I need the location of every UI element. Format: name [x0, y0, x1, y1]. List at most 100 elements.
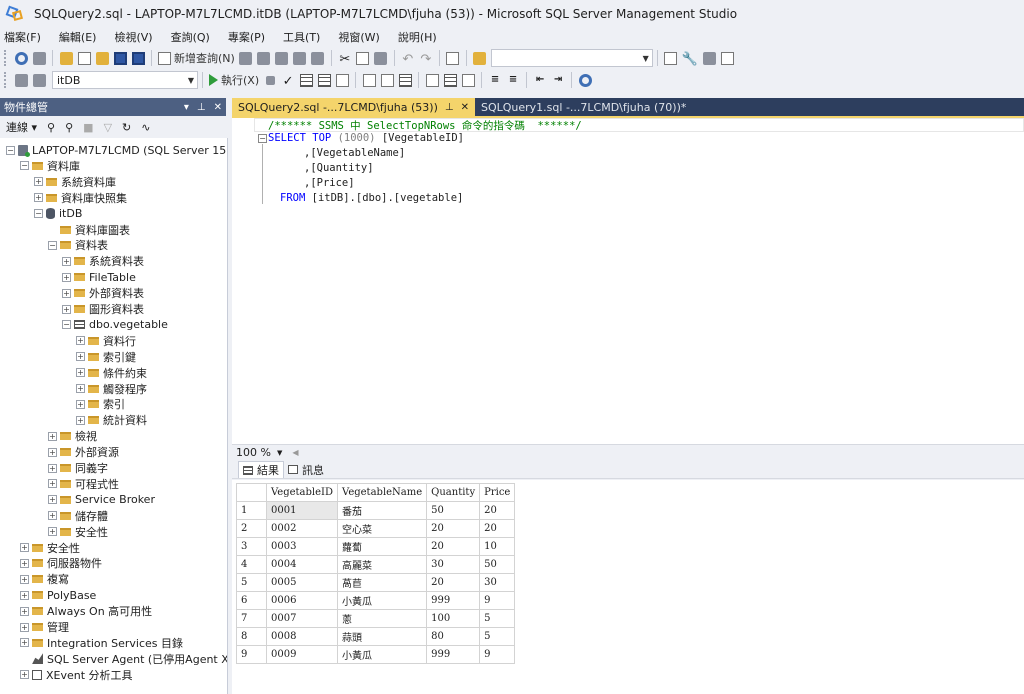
tab-results[interactable]: 結果	[238, 461, 284, 478]
expand-icon[interactable]: +	[62, 288, 71, 298]
dax-query-button[interactable]	[309, 49, 327, 67]
tree-node[interactable]: + 外部資源	[0, 444, 227, 460]
expand-icon[interactable]: +	[48, 527, 57, 537]
expand-icon[interactable]: +	[34, 193, 43, 203]
save-all-button[interactable]	[129, 49, 147, 67]
expand-icon[interactable]: +	[62, 272, 71, 282]
expand-icon[interactable]: +	[62, 256, 71, 266]
table-cell[interactable]: 20	[426, 573, 481, 592]
table-cell[interactable]: 5	[479, 609, 516, 628]
table-cell[interactable]: 5	[479, 627, 516, 646]
connect-button[interactable]	[12, 71, 30, 89]
row-number-cell[interactable]: 2	[236, 519, 267, 538]
terminal-button[interactable]	[718, 49, 736, 67]
menu-window[interactable]: 視窗(W)	[338, 29, 379, 45]
expand-icon[interactable]: +	[48, 463, 57, 473]
table-cell[interactable]: 0008	[265, 627, 339, 646]
table-cell[interactable]: 小黃瓜	[337, 591, 428, 610]
pin-icon[interactable]: ⊥	[445, 102, 454, 113]
actual-plan-button[interactable]	[378, 71, 396, 89]
expand-icon[interactable]: +	[76, 415, 85, 425]
table-cell[interactable]: 蒜頭	[337, 627, 428, 646]
results-to-file-button[interactable]	[459, 71, 477, 89]
tree-node[interactable]: + FileTable	[0, 269, 227, 285]
intellisense-button[interactable]	[360, 71, 378, 89]
table-cell[interactable]: 0004	[265, 555, 339, 574]
table-cell[interactable]: 高麗菜	[337, 555, 428, 574]
menu-view[interactable]: 檢視(V)	[114, 29, 152, 45]
close-icon[interactable]: ✕	[214, 102, 222, 113]
disconnect-icon[interactable]: ⚲	[65, 121, 73, 134]
menu-edit[interactable]: 編輯(E)	[59, 29, 97, 45]
tree-node[interactable]: + Service Broker	[0, 492, 227, 508]
increase-indent-button[interactable]: ⇥	[549, 71, 567, 89]
collapse-icon[interactable]: −	[6, 145, 15, 155]
expand-icon[interactable]: +	[48, 495, 57, 505]
horizontal-scrollbar[interactable]: ◀	[292, 447, 1024, 458]
expand-icon[interactable]: +	[20, 558, 29, 568]
tab-messages[interactable]: 訊息	[284, 461, 328, 478]
row-number-cell[interactable]: 7	[236, 609, 267, 628]
expand-icon[interactable]: +	[48, 479, 57, 489]
table-cell[interactable]: 20	[479, 519, 516, 538]
table-cell[interactable]: 0007	[265, 609, 339, 628]
menu-tools[interactable]: 工具(T)	[283, 29, 320, 45]
tree-node[interactable]: + 管理	[0, 619, 227, 635]
change-connection-button[interactable]	[30, 71, 48, 89]
table-cell[interactable]: 30	[426, 555, 481, 574]
open-file-button[interactable]	[93, 49, 111, 67]
toolbar-grip[interactable]	[4, 50, 8, 66]
table-cell[interactable]: 蘿蔔	[337, 537, 428, 556]
activity-monitor-icon[interactable]: ∿	[141, 121, 150, 134]
expand-icon[interactable]: +	[76, 384, 85, 393]
uncomment-button[interactable]: ≡	[504, 71, 522, 89]
tree-node[interactable]: + 索引鍵	[0, 349, 227, 365]
expand-icon[interactable]: +	[20, 606, 29, 616]
tree-node[interactable]: SQL Server Agent (已停用Agent XPs	[0, 651, 227, 667]
tree-node[interactable]: + Integration Services 目錄	[0, 635, 227, 651]
expand-icon[interactable]: +	[76, 336, 85, 346]
row-number-cell[interactable]: 4	[236, 555, 267, 574]
tree-node[interactable]: + 儲存體	[0, 508, 227, 524]
tree-node[interactable]: − LAPTOP-M7L7LCMD (SQL Server 15.0.	[0, 142, 227, 158]
collapse-icon[interactable]: −	[48, 240, 57, 250]
column-header[interactable]: Price	[479, 483, 516, 502]
tree-node[interactable]: + 資料行	[0, 333, 227, 349]
table-cell[interactable]: 9	[479, 645, 516, 664]
tree-node[interactable]: + 統計資料	[0, 412, 227, 428]
close-icon[interactable]: ✕	[461, 102, 469, 113]
execute-button[interactable]: 執行(X)	[207, 71, 261, 89]
tree-node[interactable]: + 資料庫快照集	[0, 190, 227, 206]
mdx-query-button[interactable]	[255, 49, 273, 67]
expand-icon[interactable]: +	[76, 399, 85, 409]
xmla-query-button[interactable]	[291, 49, 309, 67]
table-cell[interactable]: 50	[479, 555, 516, 574]
collapse-toggle[interactable]: −	[258, 134, 267, 143]
table-cell[interactable]: 蔥	[337, 609, 428, 628]
forward-button[interactable]	[30, 49, 48, 67]
row-number-cell[interactable]: 9	[236, 645, 267, 664]
toolbox-button[interactable]	[700, 49, 718, 67]
copy-button[interactable]	[354, 49, 372, 67]
dmx-query-button[interactable]	[273, 49, 291, 67]
table-cell[interactable]: 0002	[265, 519, 339, 538]
tree-node[interactable]: + Always On 高可用性	[0, 603, 227, 619]
tab-sqlquery2[interactable]: SQLQuery2.sql -...7LCMD\fjuha (53)) ⊥ ✕	[232, 98, 475, 116]
expand-icon[interactable]: +	[76, 368, 85, 378]
tree-node[interactable]: + 外部資料表	[0, 285, 227, 301]
table-cell[interactable]: 50	[426, 501, 481, 520]
tree-node[interactable]: − itDB	[0, 206, 227, 222]
results-to-text-button[interactable]	[423, 71, 441, 89]
zoom-selector[interactable]: 100 % ▼	[236, 446, 282, 459]
menu-file[interactable]: 檔案(F)	[4, 29, 41, 45]
filter-icon[interactable]: ▽	[104, 121, 112, 134]
expand-icon[interactable]: +	[20, 622, 29, 632]
row-number-cell[interactable]: 8	[236, 627, 267, 646]
row-number-cell[interactable]: 1	[236, 501, 267, 520]
table-cell[interactable]: 0003	[265, 537, 339, 556]
expand-icon[interactable]: +	[20, 574, 29, 584]
query-editor[interactable]: /****** SSMS 中 SelectTopNRows 命令的指令碼 ***…	[232, 118, 1024, 444]
expand-icon[interactable]: +	[20, 590, 29, 600]
cancel-query-button[interactable]	[261, 71, 279, 89]
navigate-button[interactable]	[444, 49, 462, 67]
